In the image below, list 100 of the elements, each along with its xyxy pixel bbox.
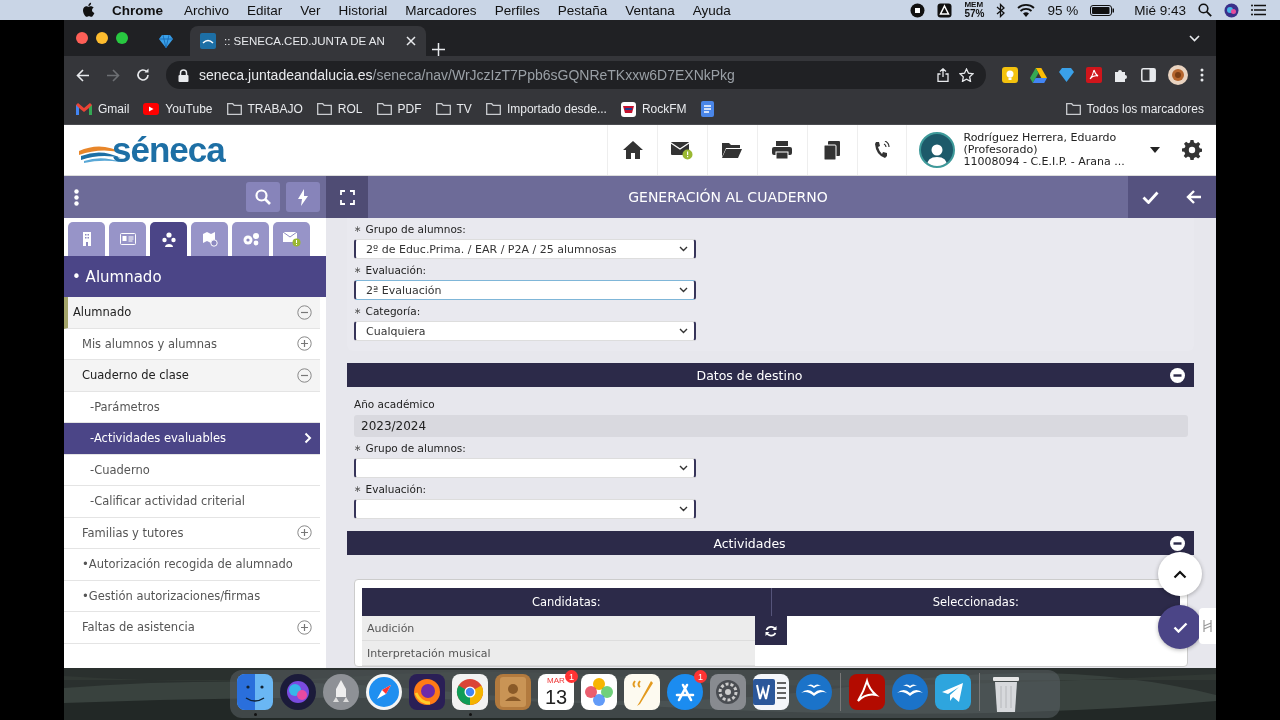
quick-action-button[interactable] [286, 182, 320, 212]
select-field[interactable]: 2º de Educ.Prima. / EAR / P2A / 25 alumnosas [354, 239, 696, 259]
menu-title[interactable]: Marcadores [396, 2, 486, 18]
menu-title[interactable]: Ayuda [683, 2, 740, 18]
search-icon[interactable] [1198, 3, 1212, 17]
gem-icon[interactable] [1059, 68, 1074, 82]
chevron-down-icon[interactable] [1189, 34, 1200, 42]
pdf-icon[interactable] [1086, 67, 1102, 83]
clock[interactable]: Mié 9:43 [1134, 2, 1186, 18]
browser-tab[interactable]: :: SENECA.CED.JUNTA DE AN [190, 26, 426, 56]
menu-item[interactable]: Cuaderno de clase [64, 360, 320, 392]
close-icon[interactable] [406, 36, 416, 46]
menu-title[interactable]: Perfiles [485, 2, 549, 18]
back-arrow-icon[interactable] [76, 68, 90, 82]
bookmark[interactable]: PDF [376, 102, 422, 116]
bulb-icon[interactable] [1002, 67, 1018, 83]
minimize-window-button[interactable] [96, 32, 108, 44]
menu-item[interactable]: Alumnado [64, 297, 320, 329]
pdf-icon[interactable] [848, 673, 886, 711]
settings-icon[interactable] [1182, 140, 1202, 160]
bluetooth-icon[interactable] [996, 2, 1006, 18]
menu-title[interactable]: Ventana [616, 2, 684, 18]
phone-icon[interactable] [874, 141, 891, 159]
apple-icon[interactable] [82, 2, 96, 18]
triangle-icon[interactable] [937, 2, 953, 18]
compass-icon[interactable] [365, 673, 403, 711]
star-icon[interactable] [959, 68, 974, 82]
browser-icon[interactable] [451, 673, 489, 711]
menu-title[interactable]: Archivo [175, 2, 239, 18]
triangle-drive-icon[interactable] [1030, 67, 1047, 83]
folder-icon[interactable] [722, 142, 743, 158]
fullscreen-button[interactable] [326, 176, 368, 218]
forward-arrow-icon[interactable] [106, 68, 120, 82]
share-icon[interactable] [937, 68, 949, 82]
bookmark[interactable]: RockFM [620, 101, 687, 117]
menu-title[interactable]: Historial [329, 2, 397, 18]
battery-icon[interactable] [1090, 4, 1115, 16]
flower-icon[interactable] [580, 673, 618, 711]
copy-icon[interactable] [824, 140, 841, 160]
wifi-icon[interactable] [1017, 3, 1036, 17]
gulls-icon[interactable] [795, 673, 833, 711]
gear-icon[interactable] [709, 673, 747, 711]
expand-icon[interactable] [297, 525, 312, 541]
printer-icon[interactable] [772, 141, 793, 159]
puzzle-icon[interactable] [1114, 67, 1129, 83]
side-panel-icon[interactable] [1141, 68, 1156, 82]
address-book-icon[interactable] [494, 673, 532, 711]
home-icon[interactable] [622, 141, 643, 159]
memory-indicator[interactable]: MEM 57% [964, 1, 985, 19]
bookmark[interactable]: Gmail [76, 102, 130, 116]
refresh-button[interactable] [755, 616, 787, 645]
menu-title[interactable]: Editar [238, 2, 292, 18]
document-icon[interactable] [752, 673, 790, 711]
collapse-icon[interactable] [1170, 367, 1185, 383]
side-handle[interactable] [1199, 608, 1216, 644]
bookmark[interactable]: YouTube [143, 102, 213, 116]
pen-icon[interactable] [623, 673, 661, 711]
close-window-button[interactable] [76, 32, 88, 44]
collapse-icon[interactable] [1170, 535, 1185, 551]
rocket-icon[interactable] [322, 673, 360, 711]
orb-icon[interactable] [1224, 2, 1239, 18]
user-menu[interactable]: Rodríguez Herrera, Eduardo (Profesorado) 11008094 - C.E.I.P. - Arana ... [906, 125, 1169, 175]
bookmark[interactable]: Importado desde... [485, 102, 607, 116]
plus-icon[interactable] [432, 43, 445, 56]
paper-plane-icon[interactable] [934, 673, 972, 711]
menu-title[interactable]: Pestaña [548, 2, 617, 18]
list-icon[interactable] [1251, 4, 1266, 16]
address-bar[interactable]: seneca.juntadeandalucia.es/seneca/nav/WrJczIzT7Ppb6sGQNReTKxxw6D7EXNkPkg [166, 61, 986, 89]
select-field[interactable] [354, 458, 696, 478]
mail-alert-icon[interactable] [671, 140, 694, 160]
bookmark[interactable]: ROL [316, 102, 363, 116]
select-field[interactable]: 2ª Evaluación [354, 280, 696, 300]
confirm-button[interactable] [1128, 176, 1172, 218]
orb-icon[interactable] [279, 673, 317, 711]
face-icon[interactable] [236, 673, 274, 711]
bookmark[interactable]: TRABAJO [226, 102, 303, 116]
reload-icon[interactable] [136, 68, 150, 82]
list-item[interactable]: Audición [362, 616, 755, 641]
back-button[interactable] [1172, 176, 1216, 218]
menu-item[interactable]: -Actividades evaluables [64, 423, 320, 455]
select-field[interactable]: Cualquiera [354, 321, 696, 341]
kebab-menu-icon[interactable] [74, 188, 79, 206]
search-button[interactable] [246, 182, 280, 212]
gem-icon[interactable] [159, 34, 173, 48]
app-menu[interactable]: Chrome [96, 2, 175, 18]
app-store-icon[interactable] [666, 673, 704, 711]
list-item[interactable]: Interpretación musical [362, 641, 755, 666]
bookmark[interactable]: TV [435, 102, 472, 116]
sidebar-tab[interactable] [150, 222, 187, 256]
all-bookmarks[interactable]: Todos los marcadores [1065, 102, 1204, 116]
gulls-icon[interactable] [891, 673, 929, 711]
kebab-menu-icon[interactable] [1200, 68, 1204, 82]
expand-icon[interactable] [297, 619, 312, 635]
select-field[interactable] [354, 499, 696, 519]
profile-avatar-icon[interactable] [1168, 65, 1188, 85]
expand-icon[interactable] [297, 336, 312, 352]
menu-title[interactable]: Ver [291, 2, 330, 18]
stop-icon[interactable] [910, 2, 926, 18]
fox-globe-icon[interactable] [408, 673, 446, 711]
maximize-window-button[interactable] [116, 32, 128, 44]
